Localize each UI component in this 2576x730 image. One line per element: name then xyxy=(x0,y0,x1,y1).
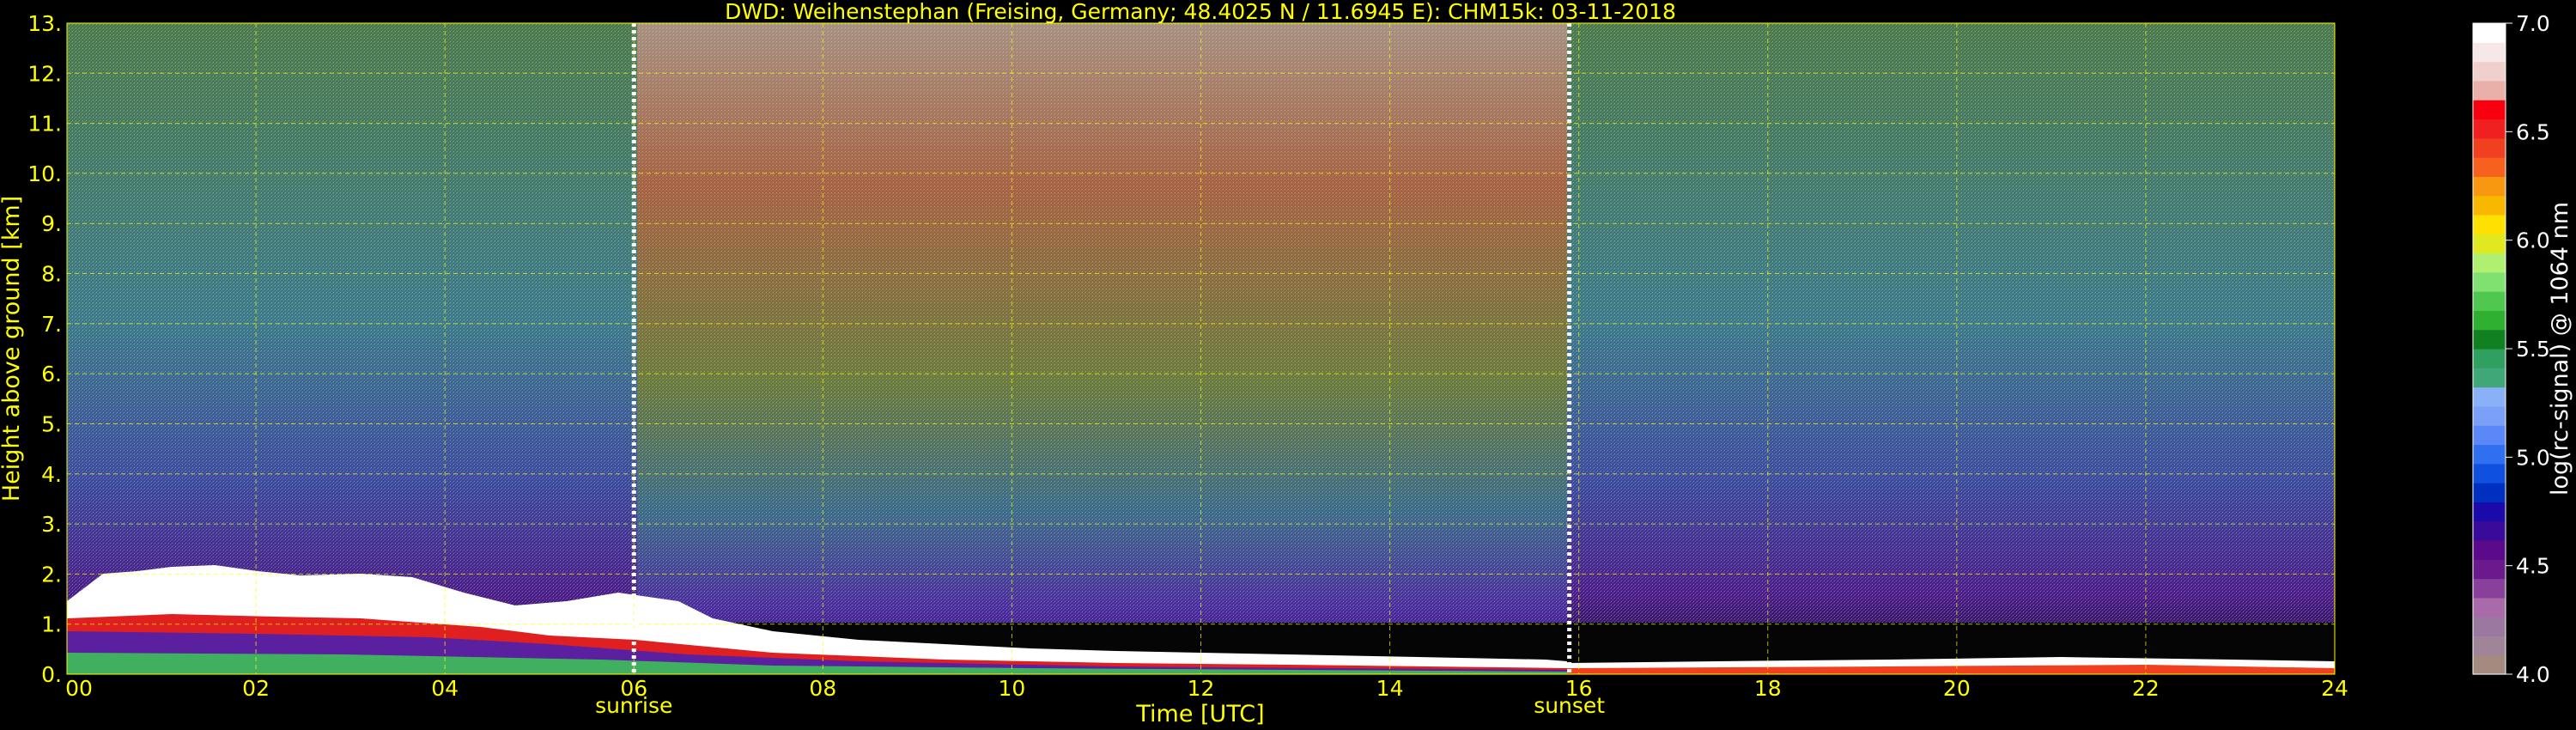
colorbar-segment xyxy=(2473,559,2506,580)
y-tick-label: 7. xyxy=(41,312,62,337)
x-tick-label: 12 xyxy=(1188,676,1215,701)
x-tick-label: 14 xyxy=(1376,676,1404,701)
colorbar-segment xyxy=(2473,483,2506,502)
colorbar-segment xyxy=(2473,578,2506,599)
colorbar-segment xyxy=(2473,636,2506,656)
colorbar-segment xyxy=(2473,157,2506,177)
x-tick-label: 18 xyxy=(1754,676,1782,701)
colorbar-segment xyxy=(2473,271,2506,292)
colorbar-segment xyxy=(2473,61,2506,82)
y-tick-label: 2. xyxy=(41,562,62,587)
colorbar-segment xyxy=(2473,463,2506,484)
colorbar-label: log(rc-signal) @ 1064 nm xyxy=(2547,202,2573,496)
x-tick-label: 16 xyxy=(1565,676,1593,701)
colorbar-segment xyxy=(2473,80,2506,100)
y-tick-label: 13. xyxy=(27,11,62,36)
colorbar-tick-label: 7.0 xyxy=(2516,11,2550,36)
colorbar-tick-label: 6.0 xyxy=(2516,228,2550,253)
chart-title: DWD: Weihenstephan (Freising, Germany; 4… xyxy=(725,0,1676,24)
x-tick-label: 06 xyxy=(620,676,647,701)
y-tick-label: 8. xyxy=(41,262,62,287)
y-tick-label: 1. xyxy=(41,612,62,637)
colorbar-segment xyxy=(2473,137,2506,158)
colorbar-segment xyxy=(2473,234,2506,254)
colorbar-tick-label: 5.5 xyxy=(2516,337,2550,362)
colorbar-segment xyxy=(2473,368,2506,388)
colorbar-segment xyxy=(2473,23,2506,43)
colorbar-segment xyxy=(2473,176,2506,197)
x-tick-label: 20 xyxy=(1943,676,1971,701)
colorbar-segment xyxy=(2473,617,2506,637)
colorbar-segment xyxy=(2473,214,2506,234)
colorbar-segment xyxy=(2473,252,2506,273)
colorbar-segment xyxy=(2473,654,2506,675)
y-tick-label: 4. xyxy=(41,462,62,487)
ceilometer-chart: sunrise sunset 0.1.2.3.4.5.6.7.8.9.10.11.… xyxy=(0,0,2573,727)
colorbar-segment xyxy=(2473,195,2506,216)
colorbar-segment xyxy=(2473,502,2506,522)
y-tick-label: 12. xyxy=(27,61,62,86)
colorbar-segment xyxy=(2473,291,2506,312)
colorbar xyxy=(2472,22,2506,675)
x-tick-label: 00 xyxy=(65,676,93,701)
colorbar-segment xyxy=(2473,405,2506,426)
colorbar-segment xyxy=(2473,597,2506,617)
x-axis: 00 02 04 06 08 10 12 14 16 18 20 22 24 xyxy=(65,676,2348,701)
x-tick-label: 22 xyxy=(2132,676,2160,701)
y-axis-label: Height above ground [km] xyxy=(0,196,25,502)
colorbar-segment xyxy=(2473,425,2506,446)
x-tick-label: 04 xyxy=(431,676,459,701)
colorbar-tick-label: 6.5 xyxy=(2516,119,2550,144)
colorbar-ticks: 4.0 4.5 5.0 5.5 6.0 6.5 7.0 xyxy=(2506,11,2550,687)
y-tick-label: 0. xyxy=(41,662,62,687)
colorbar-segment xyxy=(2473,444,2506,465)
colorbar-segment xyxy=(2473,349,2506,368)
colorbar-segment xyxy=(2473,539,2506,560)
y-tick-label: 10. xyxy=(27,161,62,186)
colorbar-tick-label: 4.0 xyxy=(2516,662,2550,687)
colorbar-segment xyxy=(2473,100,2506,120)
colorbar-segment xyxy=(2473,386,2506,407)
colorbar-segment xyxy=(2473,119,2506,139)
colorbar-segment xyxy=(2473,329,2506,350)
y-tick-label: 5. xyxy=(41,411,62,436)
colorbar-segment xyxy=(2473,310,2506,331)
y-tick-label: 3. xyxy=(41,512,62,537)
x-tick-label: 08 xyxy=(809,676,836,701)
colorbar-segment xyxy=(2473,42,2506,63)
x-tick-label: 02 xyxy=(242,676,270,701)
x-axis-label: Time [UTC] xyxy=(1135,701,1264,727)
x-tick-label: 24 xyxy=(2321,676,2348,701)
colorbar-segment xyxy=(2473,520,2506,541)
colorbar-tick-label: 5.0 xyxy=(2516,445,2550,470)
colorbar-tick-label: 4.5 xyxy=(2516,554,2550,579)
x-tick-label: 10 xyxy=(999,676,1026,701)
y-tick-label: 9. xyxy=(41,211,62,236)
y-tick-label: 6. xyxy=(41,362,62,386)
y-tick-label: 11. xyxy=(27,112,62,137)
y-axis: 0. 1. 2. 3. 4. 5. 6. 7. 8. 9. 10. 11. 12. 13. xyxy=(27,11,62,687)
